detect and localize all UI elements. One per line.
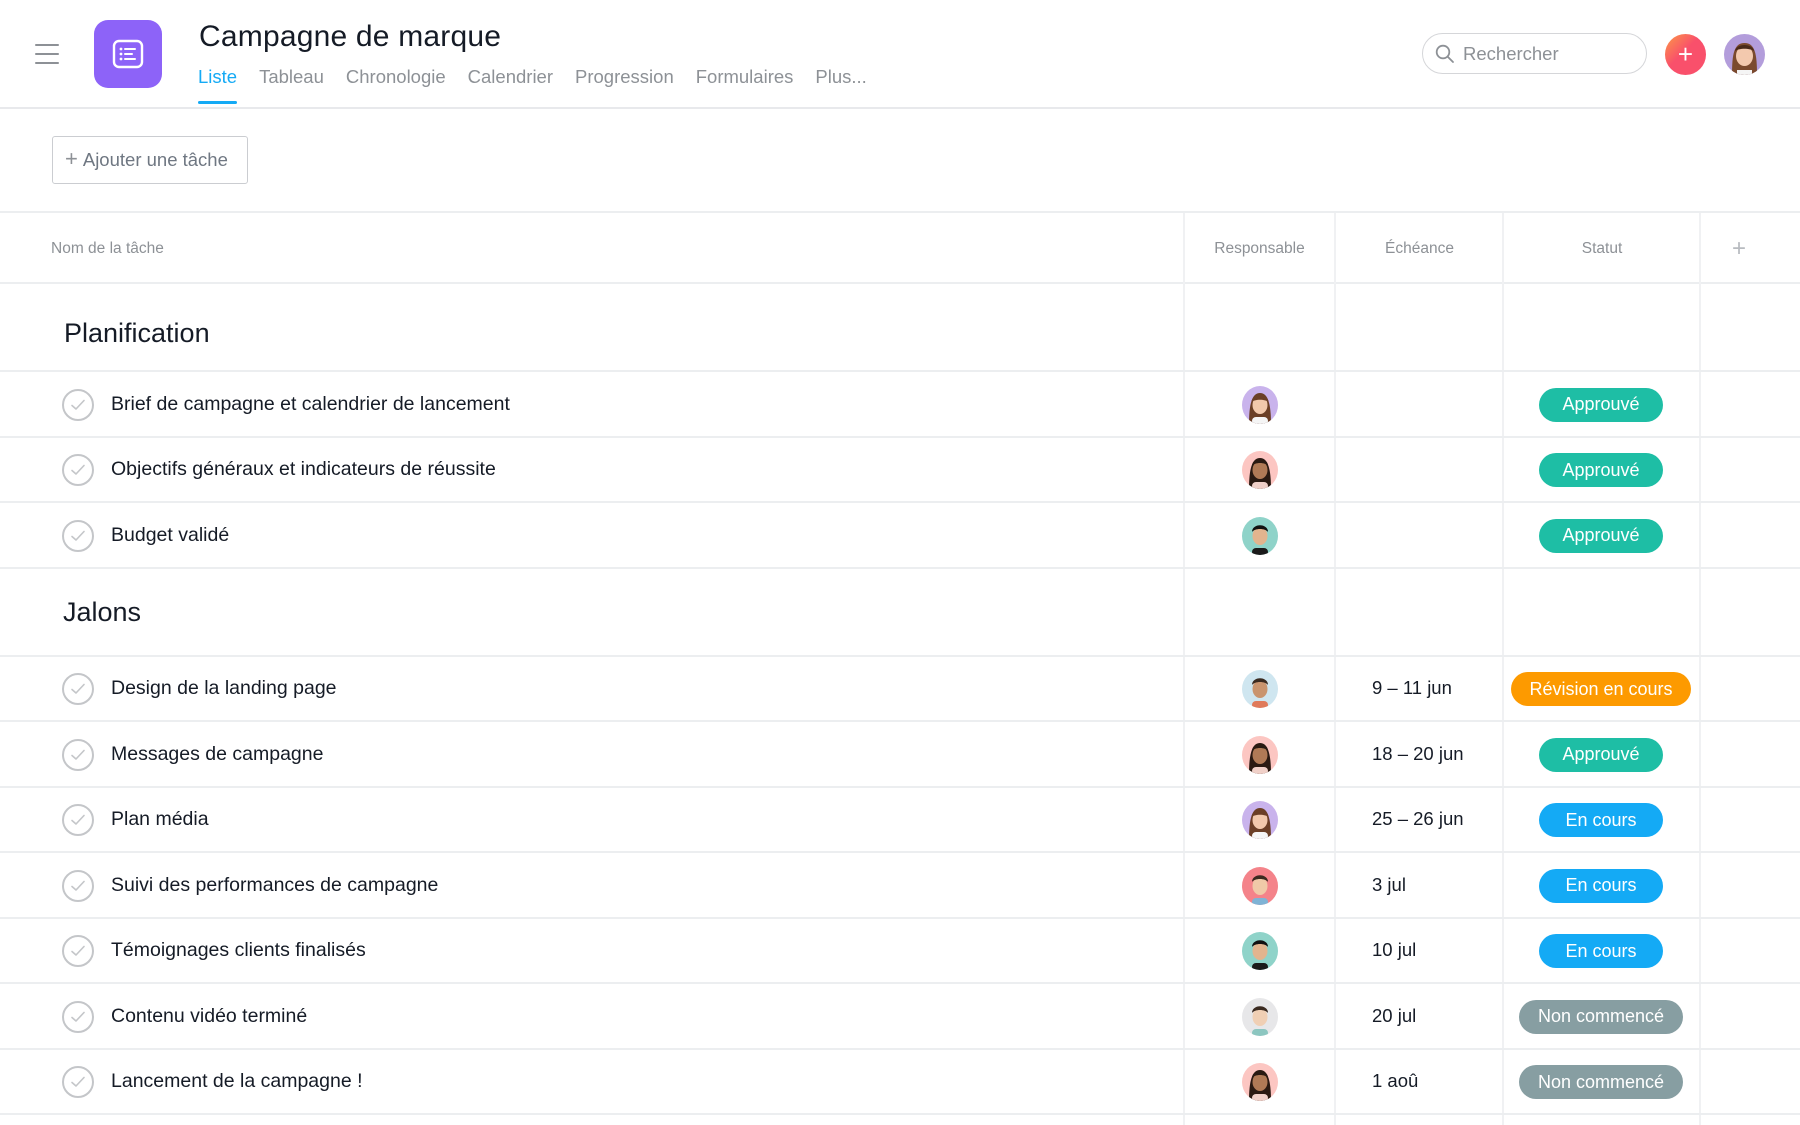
complete-task-checkbox[interactable] [62,388,94,421]
checkmark-icon [71,1011,85,1022]
assignee-avatar[interactable] [1242,866,1278,905]
assignee-avatar[interactable] [1242,735,1278,774]
tab-formulaires[interactable]: Formulaires [696,66,794,102]
status-badge[interactable]: Approuvé [1539,387,1663,422]
tab-chronologie[interactable]: Chronologie [346,66,446,102]
assignee-avatar[interactable] [1242,516,1278,555]
task-name[interactable]: Plan média [111,808,209,831]
status-badge[interactable]: En cours [1539,868,1663,903]
task-name[interactable]: Contenu vidéo terminé [111,1005,307,1028]
task-row[interactable]: Contenu vidéo terminé 20 jul Non commencé [0,984,1800,1050]
complete-task-checkbox[interactable] [62,804,94,837]
assignee-avatar[interactable] [1242,1063,1278,1102]
add-task-label: Ajouter une tâche [82,149,228,170]
tab-plus[interactable]: Plus... [815,66,866,102]
task-name[interactable]: Témoignages clients finalisés [111,939,366,962]
checkmark-icon [71,683,85,695]
view-tabs: Liste Tableau Chronologie Calendrier Progres… [198,66,889,104]
assignee-avatar[interactable] [1242,997,1278,1036]
complete-task-checkbox[interactable] [62,519,94,552]
checkmark-icon [71,1076,85,1088]
checkmark-icon [71,880,85,891]
plus-icon: + [65,146,78,171]
task-name[interactable]: Messages de campagne [111,743,323,766]
task-row[interactable]: Objectifs généraux et indicateurs de réu… [0,438,1800,503]
column-header-assignee[interactable]: Responsable [1184,213,1335,284]
complete-task-checkbox[interactable] [62,673,94,706]
section-header[interactable]: Jalons [0,569,1800,657]
complete-task-checkbox[interactable] [62,454,94,487]
assignee-avatar[interactable] [1242,385,1278,424]
tab-calendrier[interactable]: Calendrier [468,66,553,102]
section-title[interactable]: Jalons [63,597,141,628]
task-row[interactable]: Témoignages clients finalisés 10 jul En co… [0,919,1800,984]
tab-progression[interactable]: Progression [575,66,674,102]
status-badge[interactable]: Approuvé [1539,453,1663,488]
status-badge[interactable]: En cours [1539,803,1663,838]
complete-task-checkbox[interactable] [62,1000,94,1033]
assignee-avatar[interactable] [1242,670,1278,709]
status-badge[interactable]: Non commencé [1519,1065,1683,1100]
task-name[interactable]: Suivi des performances de campagne [111,874,438,897]
due-date[interactable]: 3 jul [1372,874,1406,896]
add-column-icon[interactable]: + [1732,213,1746,284]
table-header: Nom de la tâche Responsable Échéance Sta… [0,213,1800,284]
task-name[interactable]: Objectifs généraux et indicateurs de réu… [111,458,496,481]
add-task-button[interactable]: + Ajouter une tâche [52,136,248,184]
status-badge[interactable]: Approuvé [1539,518,1663,553]
task-row[interactable]: Plan média 25 – 26 jun En cours [0,788,1800,853]
task-row[interactable]: Brief de campagne et calendrier de lance… [0,372,1800,438]
due-date[interactable]: 25 – 26 jun [1372,808,1464,830]
project-title: Campagne de marque [199,20,502,53]
due-date[interactable]: 18 – 20 jun [1372,743,1464,765]
task-row[interactable]: Budget validé Approuvé [0,503,1800,569]
due-date[interactable]: 1 aoû [1372,1070,1418,1092]
list-toolbar: + Ajouter une tâche [0,111,1800,213]
due-date[interactable]: 9 – 11 jun [1372,677,1452,699]
column-header-task-name[interactable]: Nom de la tâche [51,213,164,284]
checkmark-icon [71,945,85,957]
task-name[interactable]: Brief de campagne et calendrier de lance… [111,393,510,416]
task-name[interactable]: Lancement de la campagne ! [111,1070,363,1093]
status-badge[interactable]: Non commencé [1519,999,1683,1034]
task-name[interactable]: Design de la landing page [111,677,337,700]
complete-task-checkbox[interactable] [62,869,94,902]
plus-icon: + [1677,39,1694,69]
checkmark-icon [71,464,85,476]
quick-add-button[interactable]: + [1665,34,1706,75]
user-avatar[interactable] [1724,34,1765,75]
due-date[interactable]: 10 jul [1372,939,1416,961]
checkmark-icon [71,399,85,410]
task-row[interactable]: Messages de campagne 18 – 20 jun Approuvé [0,722,1800,788]
tab-tableau[interactable]: Tableau [259,66,324,102]
status-badge[interactable]: Approuvé [1539,737,1663,772]
checkmark-icon [71,749,85,760]
section-title[interactable]: Planification [64,318,210,349]
project-list-icon [94,20,162,88]
complete-task-checkbox[interactable] [62,738,94,771]
search-box[interactable] [1422,33,1647,74]
checkmark-icon [71,814,85,826]
column-header-status[interactable]: Statut [1504,213,1700,284]
search-input[interactable] [1463,42,1633,65]
tab-liste[interactable]: Liste [198,66,238,104]
search-icon [1435,44,1454,63]
status-badge[interactable]: Révision en cours [1511,672,1691,707]
task-row[interactable]: Design de la landing page 9 – 11 jun Révis… [0,657,1800,722]
task-name[interactable]: Budget validé [111,524,229,547]
complete-task-checkbox[interactable] [62,935,94,968]
assignee-avatar[interactable] [1242,932,1278,971]
assignee-avatar[interactable] [1242,801,1278,840]
checkmark-icon [71,530,85,541]
task-row[interactable]: Lancement de la campagne ! 1 aoû Non comme… [0,1050,1800,1115]
complete-task-checkbox[interactable] [62,1066,94,1099]
top-bar: Campagne de marque Liste Tableau Chronolog… [0,0,1800,109]
status-badge[interactable]: En cours [1539,934,1663,969]
due-date[interactable]: 20 jul [1372,1005,1416,1027]
assignee-avatar[interactable] [1242,451,1278,490]
hamburger-menu-icon[interactable] [35,44,59,64]
section-header[interactable]: Planification [0,284,1800,372]
task-row[interactable]: Suivi des performances de campagne 3 jul E… [0,853,1800,919]
column-header-due-date[interactable]: Échéance [1336,213,1503,284]
